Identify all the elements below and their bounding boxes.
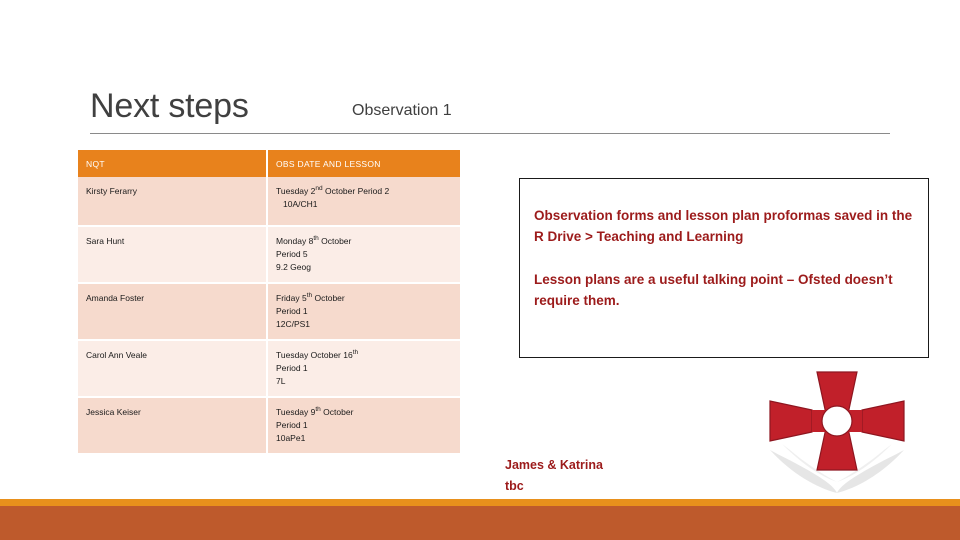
table-row: Amanda Foster Friday 5th October Period … — [78, 284, 460, 341]
column-header-obs: OBS DATE AND LESSON — [268, 150, 460, 177]
callout-paragraph-2: Lesson plans are a useful talking point … — [534, 272, 893, 308]
footer-accent-bar — [0, 499, 960, 506]
obs-line-2: 10A/CH1 — [283, 199, 318, 209]
footer-bar — [0, 506, 960, 540]
table-header-row: NQT OBS DATE AND LESSON — [78, 150, 460, 177]
table-row: Jessica Keiser Tuesday 9th October Perio… — [78, 398, 460, 455]
title-block: Next steps Observation 1 — [90, 84, 890, 136]
ordinal-suffix: nd — [315, 185, 323, 193]
cell-obs-details: Friday 5th October Period 1 12C/PS1 — [268, 284, 460, 341]
cell-obs-details: Tuesday 2nd October Period 2 10A/CH1 — [268, 177, 460, 227]
cell-nqt-name: Amanda Foster — [78, 284, 268, 341]
cell-obs-details: Tuesday October 16th Period 1 7L — [268, 341, 460, 398]
obs-line-1: Tuesday October 16th — [276, 349, 359, 360]
cell-nqt-name: Carol Ann Veale — [78, 341, 268, 398]
signature-line-2: tbc — [505, 479, 524, 493]
callout-content: Observation forms and lesson plan profor… — [534, 205, 918, 311]
cell-nqt-name: Kirsty Ferarry — [78, 177, 268, 227]
cell-obs-details: Tuesday 9th October Period 1 10aPe1 — [268, 398, 460, 455]
title-divider — [90, 133, 890, 134]
cell-nqt-name: Jessica Keiser — [78, 398, 268, 455]
column-header-nqt: NQT — [78, 150, 268, 177]
signature-text: James & Katrina tbc — [505, 455, 603, 497]
page-subtitle: Observation 1 — [352, 102, 452, 119]
obs-line-1: Friday 5th October — [276, 292, 345, 303]
obs-line-2: Period 1 — [276, 363, 308, 373]
callout-box: Observation forms and lesson plan profor… — [519, 178, 929, 358]
obs-line-1: Monday 8th October — [276, 235, 352, 246]
table-row: Carol Ann Veale Tuesday October 16th Per… — [78, 341, 460, 398]
callout-paragraph-1: Observation forms and lesson plan profor… — [534, 208, 913, 244]
obs-line-2: Period 1 — [276, 420, 308, 430]
signature-line-1: James & Katrina — [505, 458, 603, 472]
table-row: Sara Hunt Monday 8th October Period 5 9.… — [78, 227, 460, 284]
obs-line-3: 9.2 Geog — [276, 262, 311, 272]
obs-line-2: Period 1 — [276, 306, 308, 316]
obs-line-2: Period 5 — [276, 249, 308, 259]
obs-line-3: 10aPe1 — [276, 433, 306, 443]
school-cross-logo — [762, 362, 912, 497]
obs-line-3: 12C/PS1 — [276, 319, 311, 329]
cell-nqt-name: Sara Hunt — [78, 227, 268, 284]
cell-obs-details: Monday 8th October Period 5 9.2 Geog — [268, 227, 460, 284]
ordinal-suffix: th — [352, 349, 359, 357]
slide-canvas: Next steps Observation 1 NQT OBS DATE AN… — [0, 0, 960, 540]
cross-icon — [769, 371, 905, 493]
table-row: Kirsty Ferarry Tuesday 2nd October Perio… — [78, 177, 460, 227]
maltese-cross-shape — [769, 371, 905, 471]
obs-line-3: 7L — [276, 376, 286, 386]
nqt-observation-table: NQT OBS DATE AND LESSON Kirsty Ferarry T… — [78, 150, 460, 455]
page-title: Next steps — [90, 87, 249, 125]
obs-line-1: Tuesday 2nd October Period 2 — [276, 185, 390, 196]
obs-line-1: Tuesday 9th October — [276, 406, 354, 417]
